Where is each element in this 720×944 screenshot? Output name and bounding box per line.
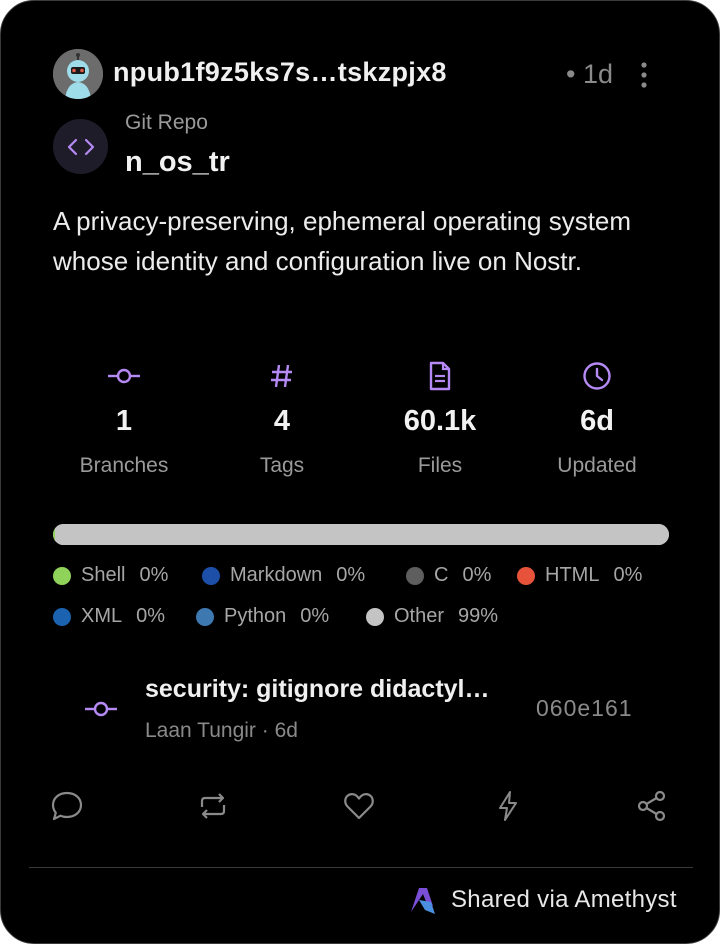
language-item: Other 99% (366, 605, 498, 628)
hash-icon (207, 361, 357, 391)
language-name: C (434, 564, 449, 586)
repo-card: npub1f9z5ks7s…tskzpjx8 • 1d Git Repo n_o… (0, 0, 720, 944)
clock-icon (522, 361, 672, 391)
language-name: XML (81, 605, 123, 627)
language-item: Markdown 0% (202, 564, 365, 587)
stat-value: 6d (580, 405, 614, 437)
language-bar (53, 524, 669, 545)
language-dot (517, 566, 535, 585)
stat-tags: 4 Tags (207, 361, 357, 478)
language-pct: 99% (458, 605, 499, 627)
reply-icon[interactable] (50, 789, 84, 823)
language-name: Python (224, 605, 287, 627)
language-item: C 0% (406, 564, 491, 587)
stat-label: Branches (79, 454, 169, 477)
stat-label: Files (417, 454, 463, 477)
stat-label: Updated (557, 454, 637, 477)
zap-icon[interactable] (491, 789, 525, 823)
language-pct: 0% (139, 564, 169, 586)
file-icon (365, 361, 515, 391)
repo-kind: Git Repo (125, 111, 208, 134)
language-name: HTML (545, 564, 600, 586)
language-pct: 0% (613, 564, 643, 586)
repost-icon[interactable] (196, 789, 230, 823)
language-pct: 0% (136, 605, 166, 627)
post-time: • 1d (566, 59, 613, 89)
language-pct: 0% (462, 564, 492, 586)
avatar[interactable] (53, 49, 103, 99)
amethyst-logo-icon (407, 884, 439, 916)
shared-via-label: Shared via Amethyst (451, 886, 677, 913)
stat-label: Tags (259, 454, 305, 477)
language-dot (53, 566, 71, 585)
stat-files: 60.1k Files (365, 361, 515, 478)
stat-value: 4 (273, 405, 291, 437)
divider (29, 867, 693, 868)
like-icon[interactable] (342, 789, 376, 823)
repo-description: A privacy-preserving, ephemeral operatin… (53, 206, 632, 276)
stat-updated: 6d Updated (522, 361, 672, 478)
code-icon (53, 119, 108, 174)
language-name: Other (394, 605, 445, 627)
stat-branches: 1 Branches (49, 361, 199, 478)
language-item: Shell 0% (53, 564, 168, 587)
language-dot (53, 607, 71, 626)
language-name: Shell (81, 564, 126, 586)
share-icon[interactable] (635, 789, 669, 823)
language-pct: 0% (300, 605, 330, 627)
commit-meta: Laan Tungir · 6d (145, 719, 298, 742)
language-item: HTML 0% (517, 564, 642, 587)
more-options-icon[interactable] (634, 61, 654, 89)
stat-value: 1 (115, 405, 133, 437)
language-dot (202, 566, 220, 585)
language-name: Markdown (230, 564, 323, 586)
commit-hash[interactable]: 060e161 (536, 695, 633, 722)
author-name[interactable]: npub1f9z5ks7s…tskzpjx8 (113, 57, 447, 88)
commit-message[interactable]: security: gitignore didactyl… (145, 675, 490, 704)
commit-icon (49, 361, 199, 391)
repo-name[interactable]: n_os_tr (125, 146, 230, 179)
commit-icon (84, 695, 118, 723)
language-dot (366, 607, 384, 626)
language-dot (196, 607, 214, 626)
language-bar-segment (55, 524, 669, 545)
language-dot (406, 566, 424, 585)
language-item: XML 0% (53, 605, 165, 628)
language-pct: 0% (336, 564, 366, 586)
stat-value: 60.1k (403, 405, 477, 437)
language-item: Python 0% (196, 605, 329, 628)
